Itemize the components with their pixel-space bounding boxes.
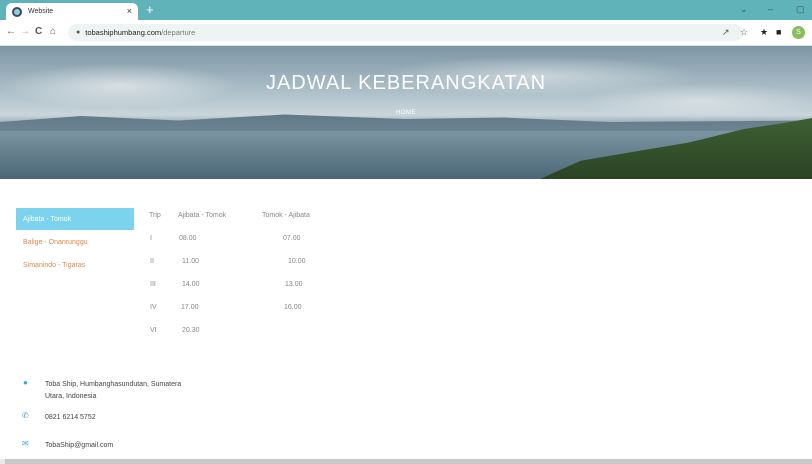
- bookmark-star-icon[interactable]: ☆: [740, 27, 748, 37]
- address-line-1: Toba Ship, Humbanghasundutan, Sumatera: [45, 381, 182, 388]
- departure-time: 11.00: [182, 258, 199, 265]
- tab-close-icon[interactable]: ×: [127, 7, 132, 16]
- trip-cell: II: [150, 258, 154, 265]
- tab-search-icon[interactable]: ⌄: [740, 4, 748, 14]
- tab-title: Website: [28, 8, 54, 15]
- new-tab-button[interactable]: +: [146, 2, 154, 17]
- breadcrumb-home-link[interactable]: HOME: [0, 110, 812, 116]
- departure-time: 14.00: [182, 281, 200, 288]
- return-time: 16.00: [284, 304, 302, 311]
- maximize-button[interactable]: ▢: [796, 4, 805, 14]
- profile-avatar[interactable]: S: [792, 26, 805, 39]
- globe-icon: [12, 6, 22, 17]
- side-panel-icon[interactable]: ■: [776, 27, 781, 37]
- lock-icon: ●: [76, 29, 81, 36]
- address-bar[interactable]: ● tobashiphumbang.com/departure: [68, 24, 743, 41]
- return-time: 10.00: [288, 258, 306, 265]
- back-button[interactable]: ←: [6, 26, 16, 38]
- reload-button[interactable]: C: [35, 26, 42, 38]
- departure-time: 20.30: [182, 327, 200, 334]
- share-icon[interactable]: ↗: [722, 27, 730, 37]
- page-title: JADWAL KEBERANGKATAN: [265, 72, 547, 94]
- departure-time: 17.00: [181, 304, 199, 311]
- address-line-2: Utara, Indonesia: [45, 393, 97, 400]
- email-icon: ✉: [22, 439, 29, 448]
- email-address[interactable]: TobaShip@gmail.com: [45, 440, 113, 451]
- trip-cell: III: [150, 281, 156, 288]
- trip-cell: VI: [150, 327, 157, 334]
- return-time: 07.00: [283, 235, 301, 242]
- browser-tab[interactable]: Website ×: [6, 3, 138, 20]
- forward-button[interactable]: →: [20, 26, 30, 38]
- horizontal-scrollbar[interactable]: [5, 459, 812, 464]
- phone-number: 0821 6214 5752: [45, 414, 96, 421]
- hero-banner: JADWAL KEBERANGKATAN HOME: [0, 46, 812, 179]
- trip-cell: I: [150, 235, 152, 242]
- url-path: /departure: [161, 28, 196, 37]
- home-button[interactable]: ⌂: [50, 26, 56, 38]
- route-ajibata-tomok[interactable]: Ajibata - Tomok: [16, 208, 134, 230]
- extensions-icon[interactable]: ★: [760, 27, 768, 37]
- header-ajibata-tomok: Ajibata - Tomok: [178, 212, 227, 219]
- header-tomok-ajibata: Tomok - Ajibata: [262, 212, 310, 219]
- route-balige-onanrunggu[interactable]: Balige - Onanrunggu: [16, 231, 134, 253]
- return-time: 13.00: [285, 281, 303, 288]
- location-pin-icon: ●: [23, 378, 28, 387]
- phone-icon: ✆: [22, 411, 29, 420]
- minimize-button[interactable]: –: [768, 4, 773, 14]
- url-host: tobashiphumbang.com: [85, 28, 162, 37]
- browser-toolbar: ← → C ⌂ ● tobashiphumbang.com/departure …: [0, 20, 812, 46]
- departure-time: 08.00: [179, 235, 197, 242]
- route-simanindo-tigaras[interactable]: Simanindo - Tigaras: [16, 254, 134, 276]
- header-trip: Trip: [149, 212, 161, 219]
- browser-tab-strip: Website × + ⌄ – ▢: [0, 0, 812, 20]
- trip-cell: IV: [150, 304, 157, 311]
